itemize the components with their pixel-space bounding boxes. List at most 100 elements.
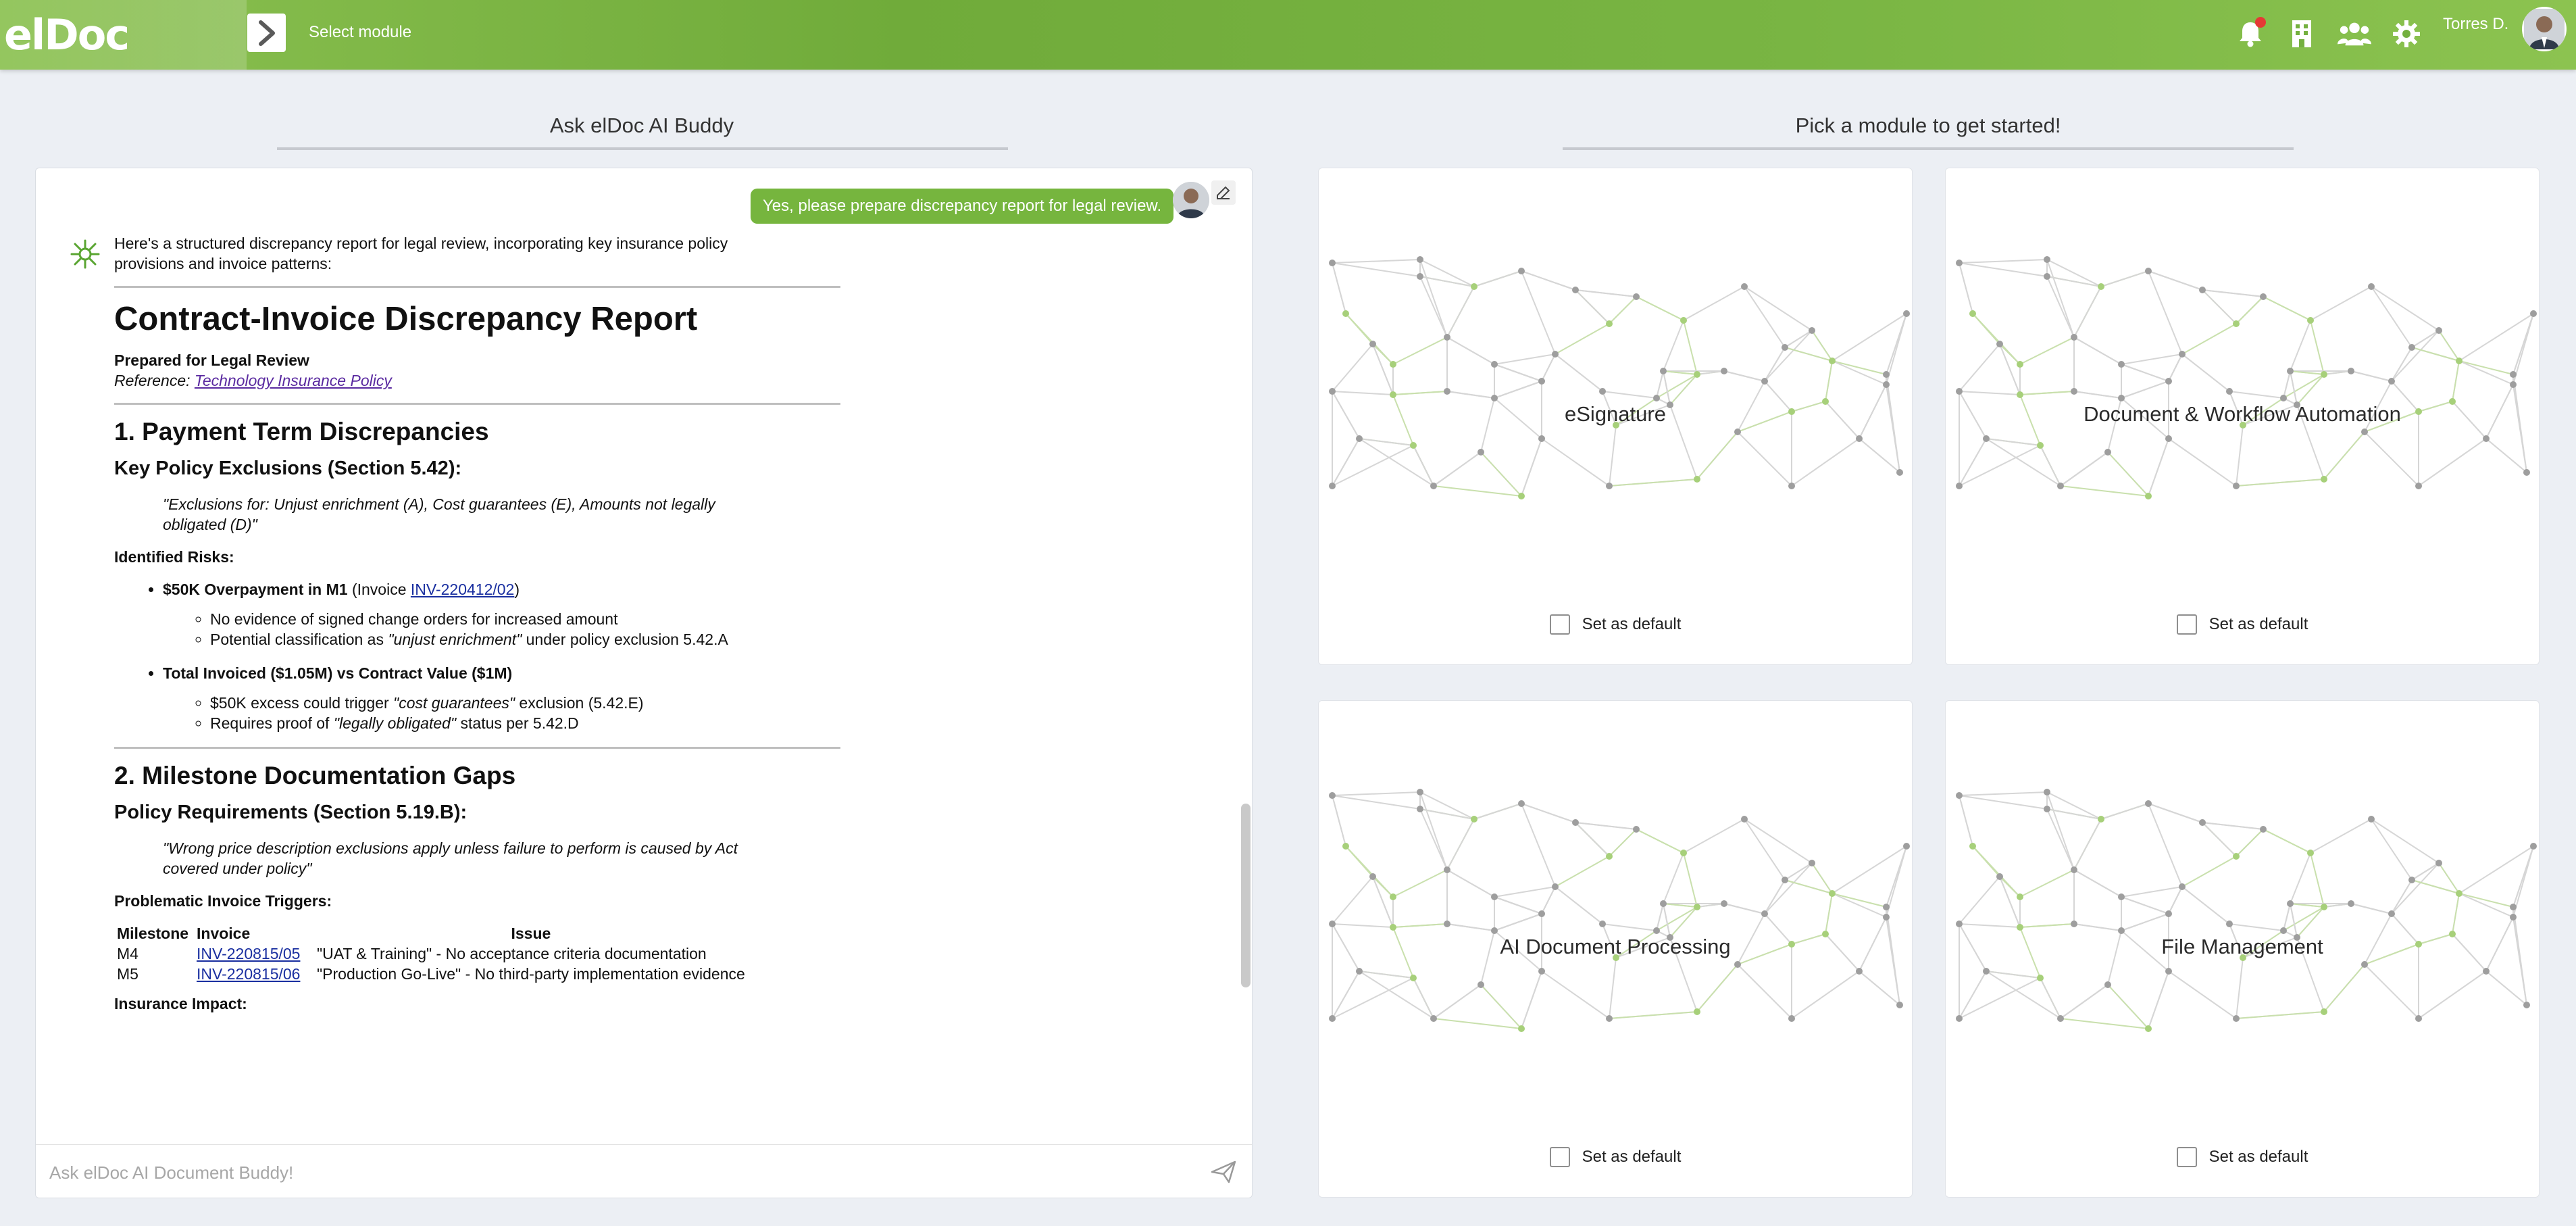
network-node: [1788, 1015, 1795, 1022]
network-node: [1599, 921, 1606, 927]
chat-scrollbar[interactable]: [1241, 804, 1251, 987]
network-edge: [2310, 286, 2372, 321]
network-node: [1518, 493, 1525, 499]
network-node: [2523, 469, 2530, 476]
set-default-label[interactable]: Set as default: [2209, 615, 2308, 634]
network-edge: [1663, 852, 1684, 904]
invoice-link[interactable]: INV-220412/02: [411, 581, 514, 598]
module-card-ai-document-processing[interactable]: AI Document Processing Set as default: [1318, 700, 1913, 1198]
network-node: [1761, 910, 1768, 917]
invoice-link[interactable]: INV-220815/06: [197, 965, 300, 983]
set-default-label[interactable]: Set as default: [1582, 615, 1682, 634]
network-node: [1983, 968, 1990, 975]
network-edge: [1541, 353, 1556, 382]
set-default-row[interactable]: Set as default: [1319, 614, 1912, 635]
network-edge: [2512, 313, 2534, 375]
network-edge: [2148, 803, 2203, 823]
chat-input[interactable]: [48, 1157, 1186, 1188]
network-edge: [2236, 479, 2325, 487]
network-edge: [2100, 803, 2149, 820]
network-edge: [1494, 886, 1556, 898]
network-edge: [1959, 795, 1973, 847]
network-node: [1633, 826, 1640, 833]
network-edge: [2310, 818, 2372, 854]
set-default-checkbox[interactable]: [2176, 614, 2197, 635]
network-edge: [1744, 818, 1786, 881]
network-node: [1883, 381, 1890, 388]
network-node: [1633, 293, 1640, 300]
set-default-row[interactable]: Set as default: [1946, 614, 2539, 635]
network-edge: [1744, 818, 1813, 864]
network-node: [2408, 877, 2415, 883]
settings-button[interactable]: [2390, 17, 2423, 51]
notifications-button[interactable]: [2233, 17, 2267, 51]
network-node: [2057, 1015, 2064, 1022]
network-node: [2165, 378, 2172, 385]
risk-detail: Potential classification as "unjust enri…: [210, 629, 840, 649]
network-edge: [1791, 438, 1860, 487]
network-node: [2044, 256, 2050, 263]
set-default-row[interactable]: Set as default: [1946, 1147, 2539, 1167]
users-button[interactable]: [2338, 17, 2371, 51]
select-module-label[interactable]: Select module: [309, 23, 411, 42]
network-node: [2321, 371, 2327, 378]
network-node: [1809, 860, 1815, 866]
table-cell: "Production Go-Live" - No third-party im…: [317, 965, 745, 983]
module-title[interactable]: eSignature: [1319, 402, 1912, 426]
module-card-esignature[interactable]: eSignature Set as default: [1318, 168, 1913, 665]
user-avatar[interactable]: [2522, 7, 2567, 51]
module-title[interactable]: File Management: [1946, 935, 2539, 959]
app-logo[interactable]: elDoc: [4, 9, 130, 60]
set-default-checkbox[interactable]: [1549, 1147, 1570, 1167]
network-edge: [1663, 370, 1671, 406]
network-node: [2307, 317, 2314, 324]
network-edge: [2296, 906, 2325, 938]
network-node: [2098, 283, 2104, 290]
set-default-checkbox[interactable]: [2176, 1147, 2197, 1167]
network-node: [2280, 395, 2287, 401]
network-edge: [1433, 984, 1482, 1019]
network-edge: [2019, 869, 2075, 898]
organization-button[interactable]: [2285, 17, 2319, 51]
building-icon: [2292, 20, 2311, 47]
module-title[interactable]: AI Document Processing: [1319, 935, 1912, 959]
invoice-link[interactable]: INV-220815/05: [197, 945, 300, 962]
network-node: [2165, 968, 2172, 975]
reference-link[interactable]: Technology Insurance Policy: [195, 372, 392, 389]
module-title[interactable]: Document & Workflow Automation: [1946, 402, 2539, 426]
network-node: [1417, 256, 1423, 263]
ai-assistant-icon: [70, 239, 100, 269]
network-edge: [1656, 374, 1698, 399]
edit-message-button[interactable]: [1211, 180, 1236, 205]
table-row: M5 INV-220815/06 "Production Go-Live" - …: [114, 964, 748, 984]
set-default-checkbox[interactable]: [1549, 614, 1570, 635]
set-default-label[interactable]: Set as default: [1582, 1148, 1682, 1167]
module-card-file-management[interactable]: File Management Set as default: [1945, 700, 2540, 1198]
set-default-row[interactable]: Set as default: [1319, 1147, 1912, 1167]
send-button[interactable]: [1210, 1160, 1237, 1184]
network-node: [2233, 853, 2240, 860]
select-module-button[interactable]: [247, 14, 286, 52]
network-node: [1572, 819, 1579, 826]
network-node: [1599, 388, 1606, 395]
network-edge: [1473, 270, 1522, 287]
network-node: [2388, 378, 2395, 385]
network-edge: [2236, 829, 2264, 857]
network-node: [1856, 435, 1863, 442]
user-name[interactable]: Torres D.: [2443, 15, 2508, 34]
network-edge: [2100, 270, 2149, 287]
network-edge: [2323, 431, 2365, 480]
module-card-workflow-automation[interactable]: Document & Workflow Automation Set as de…: [1945, 168, 2540, 665]
network-edge: [1555, 323, 1610, 355]
network-node: [2510, 371, 2517, 378]
network-edge: [2391, 862, 2440, 914]
network-edge: [1636, 829, 1684, 854]
network-node: [1903, 310, 1910, 317]
table-cell: "UAT & Training" - No acceptance criteri…: [317, 945, 707, 962]
network-node: [2287, 368, 2294, 374]
network-node: [2057, 483, 2064, 489]
set-default-label[interactable]: Set as default: [2209, 1148, 2308, 1167]
network-edge: [2371, 818, 2440, 864]
network-node: [2321, 476, 2327, 483]
network-node: [1552, 883, 1559, 890]
